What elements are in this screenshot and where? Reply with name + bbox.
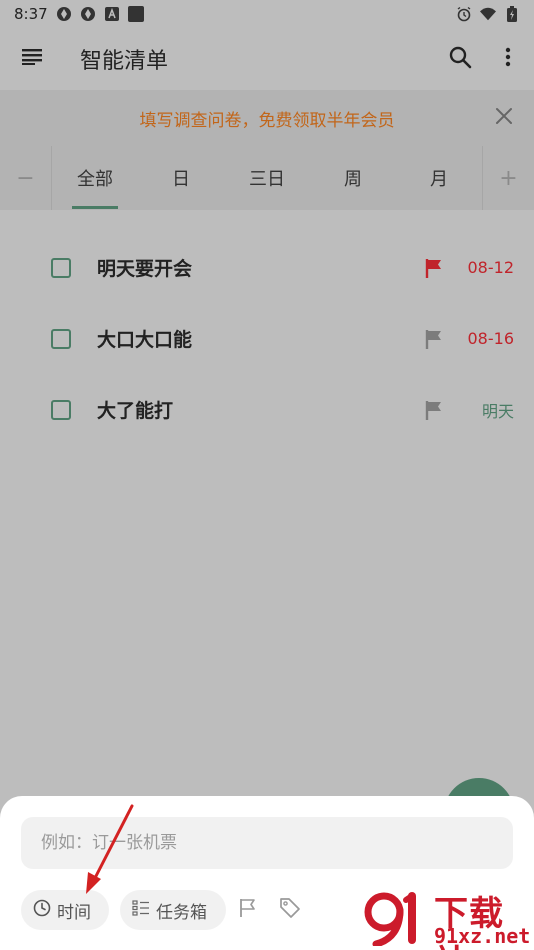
watermark-logo-icon <box>364 892 416 946</box>
banner-close-button[interactable] <box>482 96 526 140</box>
priority-flag-button[interactable] <box>232 894 264 926</box>
status-right <box>456 6 520 22</box>
flag-outline-icon <box>237 897 259 923</box>
aperture-icon <box>56 6 72 22</box>
clock-icon <box>33 899 51 922</box>
task-input[interactable] <box>21 817 513 869</box>
watermark-domain: 91xz.net <box>434 924 531 948</box>
tag-button[interactable] <box>274 894 306 926</box>
task-row[interactable]: 大了能打 明天 <box>0 374 534 445</box>
aperture-icon <box>80 6 96 22</box>
app-actions <box>436 35 534 83</box>
text-a-icon <box>104 6 120 22</box>
tabs-decrease-button[interactable]: − <box>0 146 52 210</box>
task-checkbox[interactable] <box>51 328 71 349</box>
tab-all[interactable]: 全部 <box>52 146 138 210</box>
time-chip[interactable]: 时间 <box>21 890 109 930</box>
status-left: 8:37 <box>14 5 144 23</box>
time-range-tabs: − 全部 日 三日 周 月 + <box>0 146 534 210</box>
taskbox-chip[interactable]: 任务箱 <box>120 890 226 930</box>
search-icon <box>448 45 472 73</box>
battery-icon <box>504 6 520 22</box>
tab-list: 全部 日 三日 周 月 <box>52 146 482 210</box>
tabs-increase-button[interactable]: + <box>482 146 534 210</box>
task-row[interactable]: 大口大口能 08-16 <box>0 303 534 374</box>
more-vertical-icon <box>505 47 511 71</box>
banner-text[interactable]: 填写调查问卷，免费领取半年会员 <box>140 106 395 131</box>
flag-icon[interactable] <box>422 398 446 422</box>
task-title: 明天要开会 <box>97 258 193 280</box>
task-title: 大了能打 <box>97 400 174 422</box>
task-date: 明天 <box>481 401 514 421</box>
task-checkbox[interactable] <box>51 257 71 278</box>
flag-icon[interactable] <box>422 256 446 280</box>
taskbox-chip-label: 任务箱 <box>156 902 207 923</box>
task-title: 大口大口能 <box>97 329 193 351</box>
search-button[interactable] <box>436 35 484 83</box>
app-bar: 智能清单 <box>0 30 534 88</box>
menu-button[interactable] <box>0 30 64 88</box>
tab-three-days[interactable]: 三日 <box>224 146 310 210</box>
time-chip-label: 时间 <box>57 902 91 923</box>
page-title: 智能清单 <box>80 49 169 74</box>
more-button[interactable] <box>484 35 532 83</box>
tag-icon <box>278 896 302 924</box>
task-date: 08-16 <box>467 329 515 348</box>
task-date: 08-12 <box>467 258 515 277</box>
wifi-icon <box>480 6 496 22</box>
watermark: 下载站 91xz.net <box>360 886 534 950</box>
alarm-icon <box>456 6 472 22</box>
tab-week[interactable]: 周 <box>310 146 396 210</box>
survey-banner[interactable]: 填写调查问卷，免费领取半年会员 <box>0 90 534 146</box>
task-row[interactable]: 明天要开会 08-12 <box>0 232 534 303</box>
close-icon <box>495 107 513 129</box>
task-checkbox[interactable] <box>51 399 71 420</box>
status-bar: 8:37 <box>0 0 534 28</box>
grid-list-icon <box>132 899 150 922</box>
square-icon <box>127 6 144 22</box>
menu-icon <box>22 49 42 69</box>
status-time: 8:37 <box>14 5 48 23</box>
tab-month[interactable]: 月 <box>396 146 482 210</box>
flag-icon[interactable] <box>422 327 446 351</box>
task-list: 明天要开会 08-12 大口大口能 08-16 大了能打 明天 <box>0 232 534 445</box>
tab-day[interactable]: 日 <box>138 146 224 210</box>
